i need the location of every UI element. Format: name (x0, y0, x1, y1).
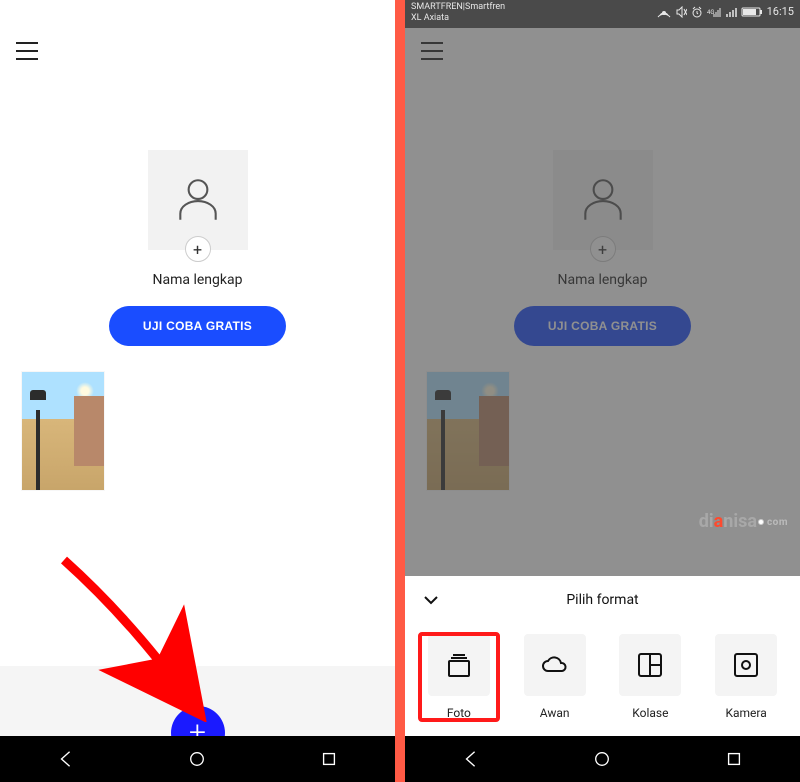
cloud-icon (539, 650, 571, 680)
collapse-sheet-button[interactable] (421, 590, 441, 610)
profile-section: + Nama lengkap UJI COBA GRATIS (0, 150, 395, 346)
format-bottom-sheet: Pilih format Foto Awan (405, 576, 800, 736)
back-icon[interactable] (57, 750, 75, 768)
free-trial-button[interactable]: UJI COBA GRATIS (514, 306, 691, 346)
status-time: 16:15 (767, 5, 794, 18)
option-label: Kolase (632, 706, 668, 720)
menu-icon[interactable] (421, 42, 443, 60)
name-placeholder-text[interactable]: Nama lengkap (153, 272, 243, 288)
free-trial-button[interactable]: UJI COBA GRATIS (109, 306, 286, 346)
mute-icon (675, 6, 687, 18)
add-avatar-button[interactable]: + (590, 236, 616, 262)
carrier-text: SMARTFREN|Smartfren XL Axiata (411, 2, 505, 24)
photo-thumbnail[interactable] (427, 372, 509, 490)
person-icon (577, 174, 629, 226)
add-avatar-button[interactable]: + (185, 236, 211, 262)
signal-4g-icon: 4G (707, 6, 721, 18)
back-icon[interactable] (462, 750, 480, 768)
battery-icon (741, 6, 763, 18)
option-label: Kamera (725, 706, 766, 720)
avatar-placeholder[interactable]: + (148, 150, 248, 250)
status-spacer (0, 0, 395, 28)
format-option-kolase[interactable]: Kolase (611, 634, 689, 720)
android-navbar (405, 736, 800, 782)
plus-icon: + (193, 240, 202, 259)
format-option-kamera[interactable]: Kamera (707, 634, 785, 720)
sheet-title: Pilih format (405, 592, 800, 608)
phone-screenshot-step2: SMARTFREN|Smartfren XL Axiata 4G 16:15 + (405, 0, 800, 782)
photo-stack-icon (444, 650, 474, 680)
topbar (405, 28, 800, 60)
person-icon (172, 174, 224, 226)
hotspot-icon (657, 6, 671, 18)
svg-text:4G: 4G (707, 9, 714, 16)
watermark: dianisacom (699, 511, 788, 532)
home-icon[interactable] (593, 750, 611, 768)
status-bar: SMARTFREN|Smartfren XL Axiata 4G 16:15 (405, 0, 800, 28)
option-label: Foto (447, 706, 471, 720)
recent-icon[interactable] (320, 750, 338, 768)
option-label: Awan (540, 706, 570, 720)
plus-icon: + (598, 240, 607, 259)
signal-icon (725, 6, 737, 18)
format-options: Foto Awan Kolase (405, 622, 800, 722)
home-icon[interactable] (188, 750, 206, 768)
collage-icon (635, 650, 665, 680)
format-option-foto[interactable]: Foto (420, 634, 498, 720)
phone-screenshot-step1: + Nama lengkap UJI COBA GRATIS + (0, 0, 395, 782)
camera-icon (731, 650, 761, 680)
topbar (0, 28, 395, 60)
android-navbar (0, 736, 395, 782)
avatar-placeholder[interactable]: + (553, 150, 653, 250)
profile-section: + Nama lengkap UJI COBA GRATIS (405, 150, 800, 346)
menu-icon[interactable] (16, 42, 38, 60)
format-option-awan[interactable]: Awan (516, 634, 594, 720)
name-placeholder-text[interactable]: Nama lengkap (558, 272, 648, 288)
photo-thumbnail[interactable] (22, 372, 104, 490)
alarm-icon (691, 6, 703, 18)
recent-icon[interactable] (725, 750, 743, 768)
